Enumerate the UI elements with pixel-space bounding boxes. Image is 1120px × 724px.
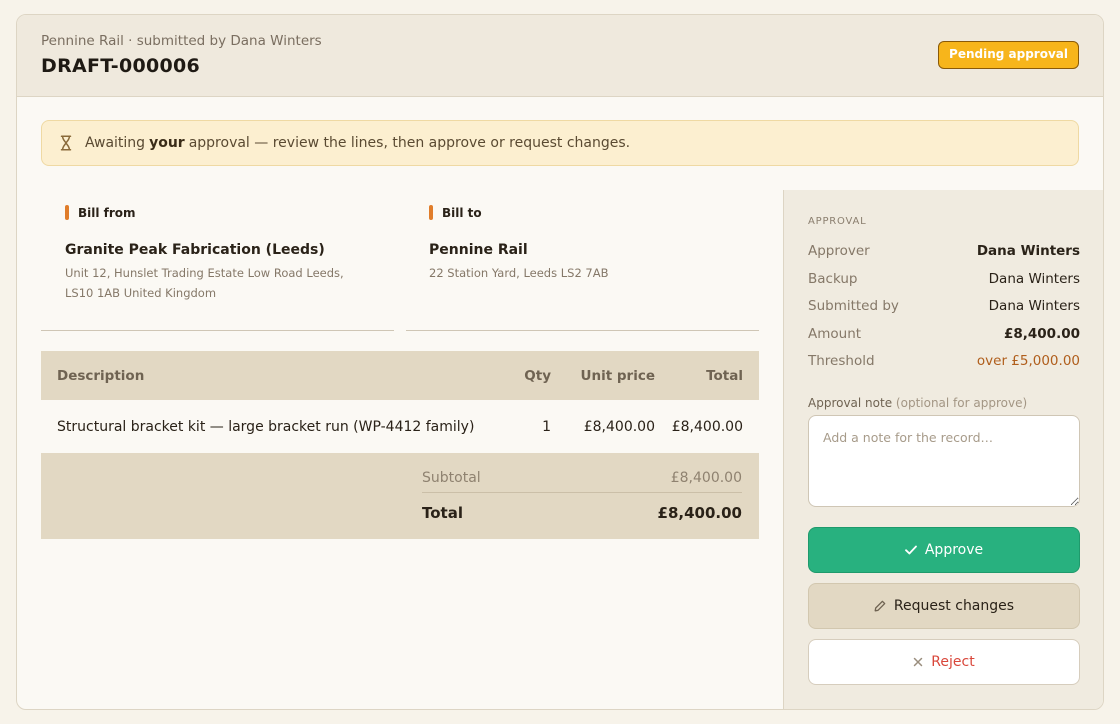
submitted-by-row: Submitted by Dana Winters xyxy=(808,298,1080,314)
approval-notice: Awaiting your approval — review the line… xyxy=(41,120,1079,166)
total-row: Total £8,400.00 xyxy=(422,497,742,529)
divider xyxy=(406,330,759,331)
total-label: Total xyxy=(422,504,463,522)
note-label-hint: (optional for approve) xyxy=(895,396,1028,410)
subtotal-row: Subtotal £8,400.00 xyxy=(422,463,742,493)
totals-block: Subtotal £8,400.00 Total £8,400.00 xyxy=(41,453,759,539)
check-icon xyxy=(904,545,917,555)
subtotal-value: £8,400.00 xyxy=(670,469,742,486)
notice-text-bold: your xyxy=(149,135,185,151)
approver-label: Approver xyxy=(808,243,870,259)
table-row: Structural bracket kit — large bracket r… xyxy=(41,400,759,453)
notice-text-before: Awaiting xyxy=(85,135,146,151)
amount-row: Amount £8,400.00 xyxy=(808,326,1080,342)
bill-from-address-line2: LS10 1AB United Kingdom xyxy=(65,286,217,300)
submitted-by-label: Submitted by xyxy=(808,298,899,314)
note-label-text: Approval note xyxy=(808,396,893,410)
card-header: Pennine Rail · submitted by Dana Winters… xyxy=(17,15,1103,97)
bill-from-address-line1: Unit 12, Hunslet Trading Estate Low Road… xyxy=(65,266,344,280)
divider xyxy=(41,330,394,331)
bill-to: Bill to Pennine Rail 22 Station Yard, Le… xyxy=(429,205,759,283)
header-total: Total xyxy=(706,367,743,384)
accent-bar xyxy=(429,205,433,220)
threshold-row: Threshold over £5,000.00 xyxy=(808,353,1080,369)
page-subtitle: Pennine Rail · submitted by Dana Winters xyxy=(41,33,322,49)
row-description: Structural bracket kit — large bracket r… xyxy=(57,418,475,435)
close-icon xyxy=(914,657,923,667)
header-qty: Qty xyxy=(524,367,551,384)
pencil-icon xyxy=(874,600,886,612)
approval-note-label: Approval note (optional for approve) xyxy=(808,396,1027,410)
total-value: £8,400.00 xyxy=(657,504,742,522)
header-unit-price: Unit price xyxy=(580,367,655,384)
row-total: £8,400.00 xyxy=(671,418,743,435)
bill-from: Bill from Granite Peak Fabrication (Leed… xyxy=(65,205,395,303)
bill-to-label: Bill to xyxy=(442,205,482,220)
threshold-value: over £5,000.00 xyxy=(976,353,1080,369)
bill-to-name: Pennine Rail xyxy=(429,242,528,258)
approval-section-title: APPROVAL xyxy=(808,216,867,227)
approval-panel: APPROVAL Approver Dana Winters Backup Da… xyxy=(783,190,1103,709)
bill-from-label: Bill from xyxy=(78,205,136,220)
submitted-by-value: Dana Winters xyxy=(988,298,1080,314)
bill-to-address-line1: 22 Station Yard, Leeds LS2 7AB xyxy=(429,266,609,280)
page-title: DRAFT-000006 xyxy=(41,55,201,77)
amount-value: £8,400.00 xyxy=(1003,326,1080,342)
reject-button[interactable]: Reject xyxy=(808,639,1080,685)
approver-row: Approver Dana Winters xyxy=(808,243,1080,259)
bill-from-address: Unit 12, Hunslet Trading Estate Low Road… xyxy=(65,263,395,303)
threshold-label: Threshold xyxy=(808,353,875,369)
header-description: Description xyxy=(57,367,145,384)
request-changes-label: Request changes xyxy=(893,598,1015,614)
row-qty: 1 xyxy=(542,418,551,435)
accent-bar xyxy=(65,205,69,220)
notice-text-after: approval — review the lines, then approv… xyxy=(188,135,631,151)
approver-value: Dana Winters xyxy=(976,243,1080,259)
amount-label: Amount xyxy=(808,326,862,342)
bill-to-address: 22 Station Yard, Leeds LS2 7AB xyxy=(429,263,759,283)
approval-card: Pennine Rail · submitted by Dana Winters… xyxy=(16,14,1104,710)
row-unit-price: £8,400.00 xyxy=(583,418,655,435)
approve-button[interactable]: Approve xyxy=(808,527,1080,573)
line-items-table: Description Qty Unit price Total Structu… xyxy=(41,351,759,539)
request-changes-button[interactable]: Request changes xyxy=(808,583,1080,629)
backup-row: Backup Dana Winters xyxy=(808,271,1080,287)
approval-note-input[interactable] xyxy=(808,415,1080,507)
backup-value: Dana Winters xyxy=(988,271,1080,287)
bill-from-name: Granite Peak Fabrication (Leeds) xyxy=(65,242,325,258)
status-badge: Pending approval xyxy=(938,41,1079,69)
reject-label: Reject xyxy=(931,654,975,670)
backup-label: Backup xyxy=(808,271,858,287)
approve-label: Approve xyxy=(924,542,984,558)
subtotal-label: Subtotal xyxy=(422,469,481,486)
table-header: Description Qty Unit price Total xyxy=(41,351,759,400)
hourglass-icon xyxy=(60,135,72,151)
